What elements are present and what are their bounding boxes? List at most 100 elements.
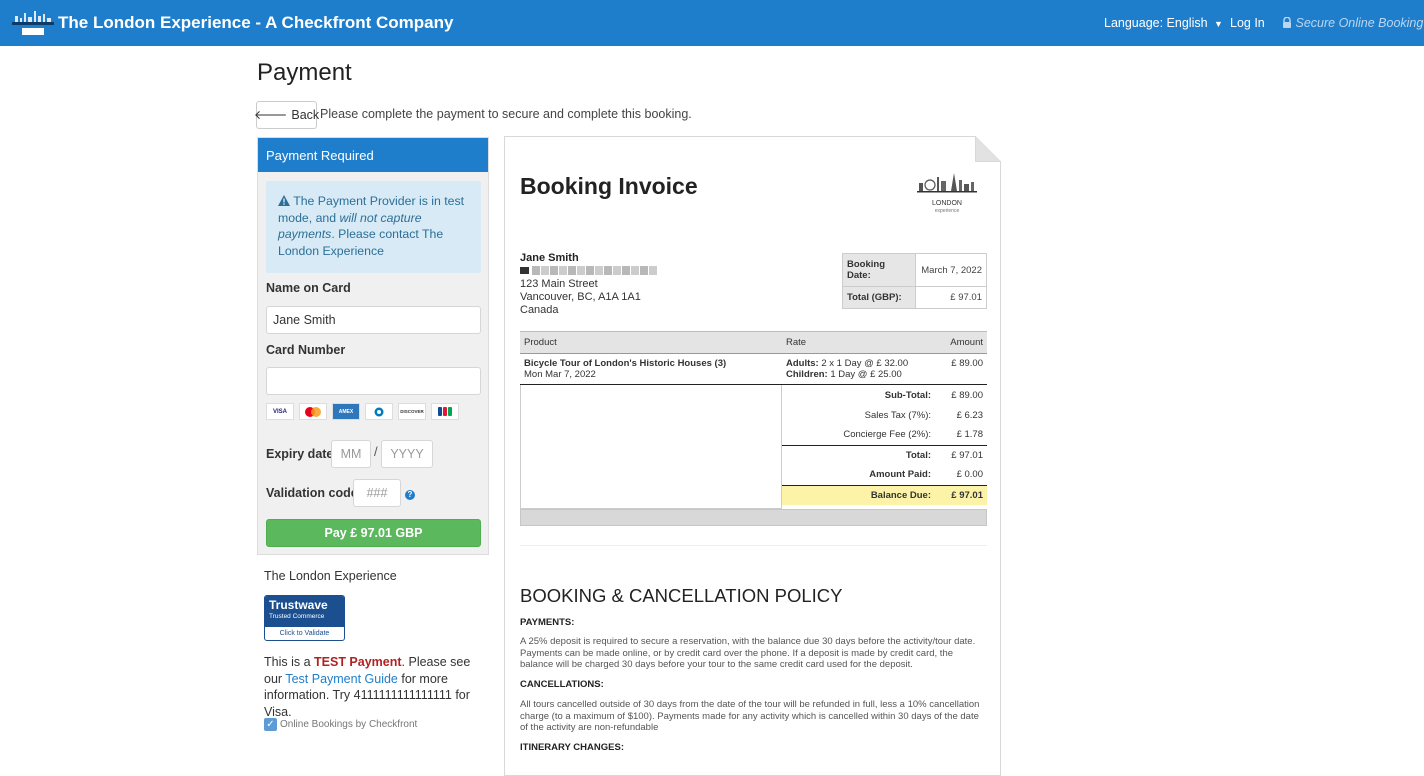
booking-summary-table: Booking Date: March 7, 2022 Total (GBP):… bbox=[842, 253, 987, 309]
mastercard-icon bbox=[299, 403, 327, 420]
envelope-icon bbox=[520, 267, 529, 274]
login-link[interactable]: Log In bbox=[1230, 16, 1265, 30]
total-gbp-label: Total (GBP): bbox=[842, 286, 916, 309]
test-payment-label: TEST Payment bbox=[314, 655, 402, 669]
name-on-card-input[interactable]: Jane Smith bbox=[266, 306, 481, 334]
amount-paid-label: Amount Paid: bbox=[869, 469, 931, 481]
totals-spacer bbox=[520, 385, 782, 509]
secure-booking-indicator: Secure Online Booking bbox=[1282, 16, 1423, 30]
trustwave-badge[interactable]: Trustwave Trusted Commerce Click to Vali… bbox=[264, 595, 345, 641]
subtotal-value: £ 89.00 bbox=[951, 389, 983, 401]
warning-icon bbox=[278, 195, 290, 206]
test-info-start: This is a bbox=[264, 655, 315, 669]
help-icon[interactable]: ? bbox=[405, 490, 415, 500]
card-number-label: Card Number bbox=[266, 343, 346, 357]
cancellations-text: All tours cancelled outside of 30 days f… bbox=[520, 699, 980, 733]
table-row: Total (GBP): £ 97.01 bbox=[842, 286, 987, 309]
amex-icon: AMEX bbox=[332, 403, 360, 420]
card-number-input[interactable] bbox=[266, 367, 481, 395]
table-row: Sales Tax (7%): £ 6.23 bbox=[782, 405, 987, 425]
adults-label: Adults: bbox=[786, 358, 819, 369]
subtotal-label: Sub-Total: bbox=[884, 389, 931, 401]
table-row: Amount Paid: £ 0.00 bbox=[782, 465, 987, 485]
trustwave-subtitle: Trusted Commerce bbox=[269, 613, 325, 620]
item-date: Mon Mar 7, 2022 bbox=[524, 369, 596, 380]
jcb-icon bbox=[431, 403, 459, 420]
customer-email bbox=[520, 266, 657, 275]
payments-heading: PAYMENTS: bbox=[520, 617, 575, 628]
table-row: Bicycle Tour of London's Historic Houses… bbox=[520, 354, 987, 385]
item-name: Bicycle Tour of London's Historic Houses… bbox=[524, 358, 727, 369]
sales-tax-value: £ 6.23 bbox=[956, 409, 983, 421]
back-button[interactable]: 🡐 Back bbox=[253, 101, 320, 129]
top-navbar: The London Experience - A Checkfront Com… bbox=[0, 0, 1424, 46]
address-line: Canada bbox=[520, 304, 559, 316]
checkfront-credit[interactable]: ✓ Online Bookings by Checkfront bbox=[264, 718, 417, 731]
validation-code-input[interactable]: ### bbox=[353, 479, 401, 507]
children-rate: 1 Day @ £ 25.00 bbox=[830, 369, 902, 380]
payments-text: A 25% deposit is required to secure a re… bbox=[520, 636, 976, 670]
sales-tax-label: Sales Tax (7%): bbox=[864, 409, 931, 421]
london-experience-logo: LONDON experience bbox=[917, 173, 977, 214]
logo-subtext: experience bbox=[935, 208, 960, 214]
table-row: Balance Due: £ 97.01 bbox=[782, 484, 987, 505]
caret-down-icon: ▼ bbox=[1214, 19, 1223, 29]
column-header-rate: Rate bbox=[782, 331, 939, 354]
total-gbp-value: £ 97.01 bbox=[915, 286, 987, 309]
trustwave-name: Trustwave bbox=[269, 598, 328, 612]
policy-title: BOOKING & CANCELLATION POLICY bbox=[520, 585, 843, 606]
pay-button[interactable]: Pay £ 97.01 GBP bbox=[266, 519, 481, 547]
london-skyline-logo[interactable] bbox=[12, 8, 54, 38]
invoice-totals: Sub-Total: £ 89.00 Sales Tax (7%): £ 6.2… bbox=[520, 384, 987, 526]
payment-panel-title: Payment Required bbox=[258, 138, 488, 172]
page-fold-corner bbox=[975, 136, 1001, 162]
amount-paid-value: £ 0.00 bbox=[956, 469, 983, 481]
back-button-label: Back bbox=[291, 108, 320, 122]
column-header-product: Product bbox=[520, 331, 782, 354]
trustwave-validate: Click to Validate bbox=[279, 630, 330, 637]
redacted-email bbox=[532, 266, 657, 275]
language-dropdown[interactable]: Language: English ▼ bbox=[1104, 16, 1223, 30]
table-row: Total: £ 97.01 bbox=[782, 444, 987, 465]
name-on-card-label: Name on Card bbox=[266, 281, 351, 295]
item-amount: £ 89.00 bbox=[951, 358, 983, 369]
totals-table: Sub-Total: £ 89.00 Sales Tax (7%): £ 6.2… bbox=[782, 385, 987, 505]
card-brand-icons: VISA AMEX DISCOVER bbox=[266, 403, 459, 420]
customer-address: 123 Main Street Vancouver, BC, A1A 1A1 C… bbox=[520, 278, 641, 317]
company-name: The London Experience bbox=[264, 569, 397, 583]
test-payment-info: This is a TEST Payment. Please see our T… bbox=[264, 654, 489, 720]
brand-title[interactable]: The London Experience - A Checkfront Com… bbox=[58, 13, 453, 33]
arrow-left-icon: 🡐 bbox=[253, 107, 288, 122]
table-header-row: Product Rate Amount bbox=[520, 331, 987, 354]
checkmark-icon: ✓ bbox=[264, 718, 277, 731]
validation-code-label: Validation code bbox=[266, 486, 358, 500]
language-label: Language: English bbox=[1104, 16, 1208, 30]
total-value: £ 97.01 bbox=[935, 444, 987, 465]
table-row: Sub-Total: £ 89.00 bbox=[782, 385, 987, 405]
payment-panel: Payment Required The Payment Provider is… bbox=[257, 137, 489, 555]
itinerary-heading: ITINERARY CHANGES: bbox=[520, 742, 624, 753]
divider bbox=[520, 545, 987, 546]
page-title: Payment bbox=[257, 59, 352, 86]
concierge-fee-label: Concierge Fee (2%): bbox=[843, 429, 931, 441]
concierge-fee-value: £ 1.78 bbox=[956, 429, 983, 441]
table-row: Booking Date: March 7, 2022 bbox=[842, 253, 987, 287]
expiry-date-label: Expiry date bbox=[266, 447, 334, 461]
secure-booking-label: Secure Online Booking bbox=[1295, 16, 1424, 30]
table-row: Concierge Fee (2%): £ 1.78 bbox=[782, 425, 987, 445]
invoice-items-table: Product Rate Amount Bicycle Tour of Lond… bbox=[520, 331, 987, 384]
logo-text: LONDON bbox=[932, 200, 962, 207]
test-mode-alert: The Payment Provider is in test mode, an… bbox=[266, 181, 481, 273]
expiry-year-input[interactable]: YYYY bbox=[381, 440, 433, 468]
booking-date-label: Booking Date: bbox=[842, 253, 916, 287]
invoice-document: Booking Invoice LONDON experience Jane S… bbox=[504, 136, 1001, 776]
adults-rate: 2 x 1 Day @ £ 32.00 bbox=[821, 358, 909, 369]
total-label: Total: bbox=[782, 444, 935, 465]
booking-date-value: March 7, 2022 bbox=[915, 253, 987, 287]
checkfront-label: Online Bookings by Checkfront bbox=[280, 719, 418, 730]
test-payment-guide-link[interactable]: Test Payment Guide bbox=[285, 672, 398, 686]
totals-footer-bar bbox=[520, 509, 987, 526]
intro-text: Please complete the payment to secure an… bbox=[320, 107, 692, 121]
expiry-month-input[interactable]: MM bbox=[331, 440, 371, 468]
customer-name: Jane Smith bbox=[520, 252, 579, 264]
